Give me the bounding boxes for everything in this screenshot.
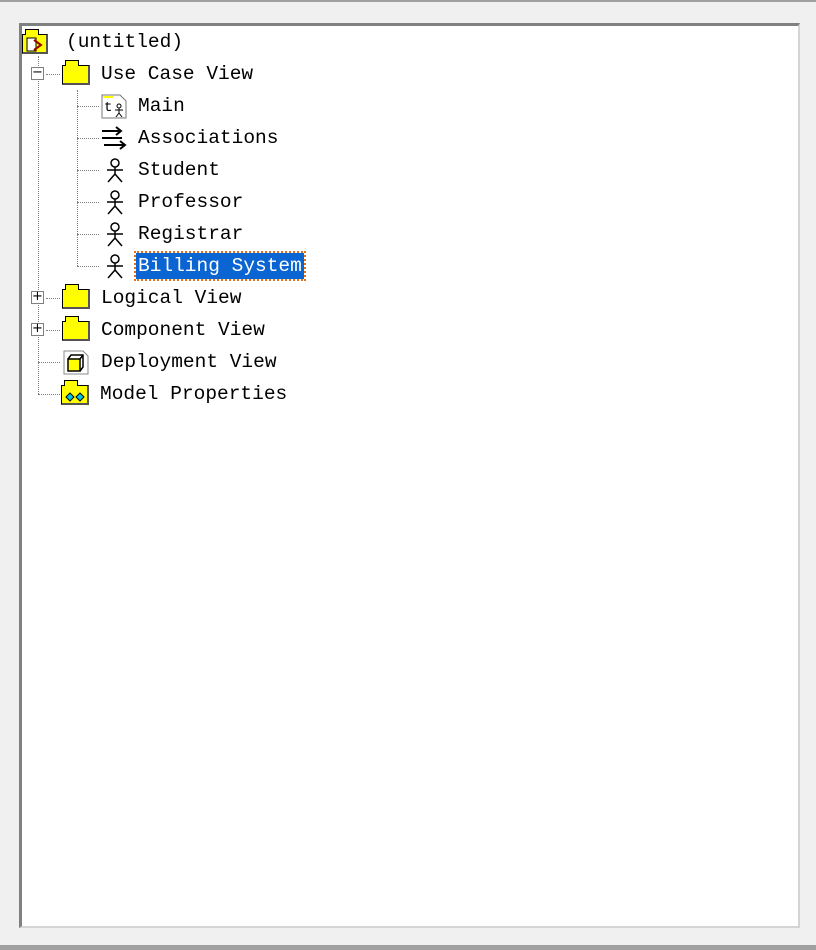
tree-item-billing-system[interactable]: Billing System	[100, 251, 306, 281]
actor-icon	[100, 253, 128, 279]
tree-line	[77, 170, 99, 171]
associations-icon	[100, 125, 128, 151]
tree-item-registrar[interactable]: Registrar	[100, 219, 245, 249]
tree-item-student[interactable]: Student	[100, 155, 222, 185]
tree-label: Student	[138, 159, 220, 181]
tree-line	[77, 90, 78, 266]
tree-label: Component View	[101, 319, 265, 341]
model-icon	[22, 29, 52, 55]
tree-line	[77, 234, 99, 235]
actor-icon	[100, 221, 128, 247]
tree-line	[38, 362, 60, 363]
deployment-icon	[61, 349, 91, 375]
tree-line	[46, 74, 60, 75]
tree-label: Main	[138, 95, 185, 117]
tree-label: Logical View	[101, 287, 242, 309]
tree-label: Deployment View	[101, 351, 277, 373]
tree-line	[77, 266, 99, 267]
tree-label: Use Case View	[101, 63, 254, 85]
expand-toggle-logical-view[interactable]: +	[31, 290, 44, 304]
tree-item-logical-view[interactable]: Logical View	[61, 283, 243, 313]
tree-line	[77, 202, 99, 203]
actor-icon	[100, 189, 128, 215]
properties-folder-icon	[60, 380, 90, 407]
tree-line	[46, 330, 60, 331]
window-bottom-border	[0, 945, 816, 950]
tree-line	[38, 56, 39, 394]
tree-label-selected: Billing System	[134, 251, 306, 281]
tree-label: Registrar	[138, 223, 244, 245]
tree-line	[46, 298, 60, 299]
tree-item-model-properties[interactable]: Model Properties	[60, 379, 289, 409]
actor-icon	[100, 157, 128, 183]
tree-label: Model Properties	[100, 383, 288, 405]
use-case-diagram-icon: t	[100, 93, 128, 119]
folder-icon	[61, 60, 91, 87]
tree-item-deployment-view[interactable]: Deployment View	[61, 347, 279, 377]
tree-item-associations[interactable]: Associations	[100, 123, 280, 153]
tree-item-use-case-view[interactable]: Use Case View	[61, 59, 255, 89]
tree-label: Associations	[138, 127, 279, 149]
folder-icon	[61, 316, 91, 343]
tree-item-root[interactable]: (untitled)	[22, 27, 185, 57]
tree-item-main[interactable]: t Main	[100, 91, 187, 121]
tree-label: Professor	[138, 191, 244, 213]
tree-label: (untitled)	[66, 31, 184, 53]
tree-item-professor[interactable]: Professor	[100, 187, 245, 217]
tree-line	[77, 138, 99, 139]
collapse-toggle-use-case-view[interactable]: −	[31, 66, 44, 80]
tree-item-component-view[interactable]: Component View	[61, 315, 267, 345]
window-top-border	[0, 0, 816, 2]
tree-line	[77, 106, 99, 107]
folder-icon	[61, 284, 91, 311]
tree-line	[38, 394, 60, 395]
expand-toggle-component-view[interactable]: +	[31, 322, 44, 336]
svg-text:t: t	[104, 100, 112, 116]
